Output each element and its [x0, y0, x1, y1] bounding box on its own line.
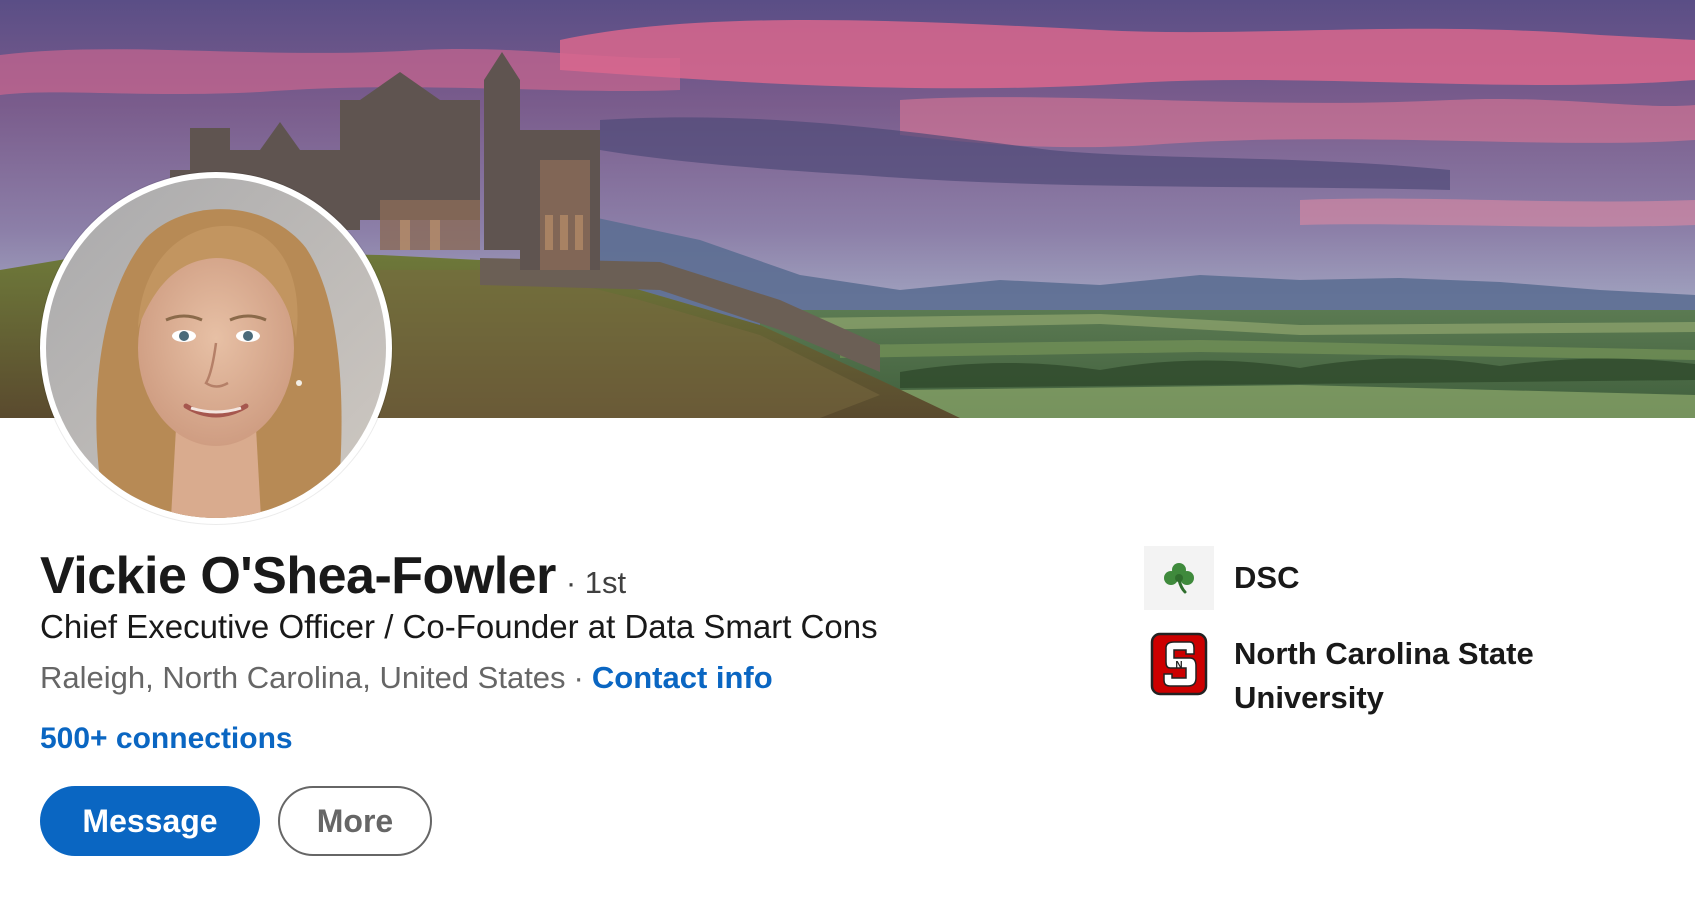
profile-location: Raleigh, North Carolina, United States — [40, 660, 566, 695]
profile-headline: Chief Executive Officer / Co-Founder at … — [40, 608, 878, 645]
contact-info-link[interactable]: Contact info — [592, 660, 773, 695]
name-row: Vickie O'Shea-Fowler · 1st — [40, 546, 626, 606]
connections-link[interactable]: 500+ connections — [40, 722, 293, 756]
school-name[interactable]: North Carolina State University — [1234, 632, 1564, 720]
profile-top-card: Vickie O'Shea-Fowler · 1st Chief Executi… — [0, 0, 1695, 899]
profile-photo-image — [46, 178, 386, 518]
ncsu-logo-icon: N — [1144, 632, 1214, 696]
connection-degree: · 1st — [565, 565, 627, 600]
education-entry[interactable]: N North Carolina State University — [1144, 632, 1564, 720]
location-separator: · — [573, 660, 584, 695]
current-company-entry[interactable]: DSC — [1144, 546, 1564, 610]
more-button[interactable]: More — [278, 786, 432, 856]
location-row: Raleigh, North Carolina, United States · C… — [40, 660, 773, 696]
profile-name: Vickie O'Shea-Fowler — [40, 547, 556, 605]
shamrock-logo-icon — [1144, 546, 1214, 610]
profile-actions: Message More — [40, 786, 432, 856]
company-name[interactable]: DSC — [1234, 546, 1564, 610]
message-button[interactable]: Message — [40, 786, 260, 856]
svg-text:N: N — [1175, 660, 1182, 671]
profile-photo[interactable] — [40, 172, 392, 524]
